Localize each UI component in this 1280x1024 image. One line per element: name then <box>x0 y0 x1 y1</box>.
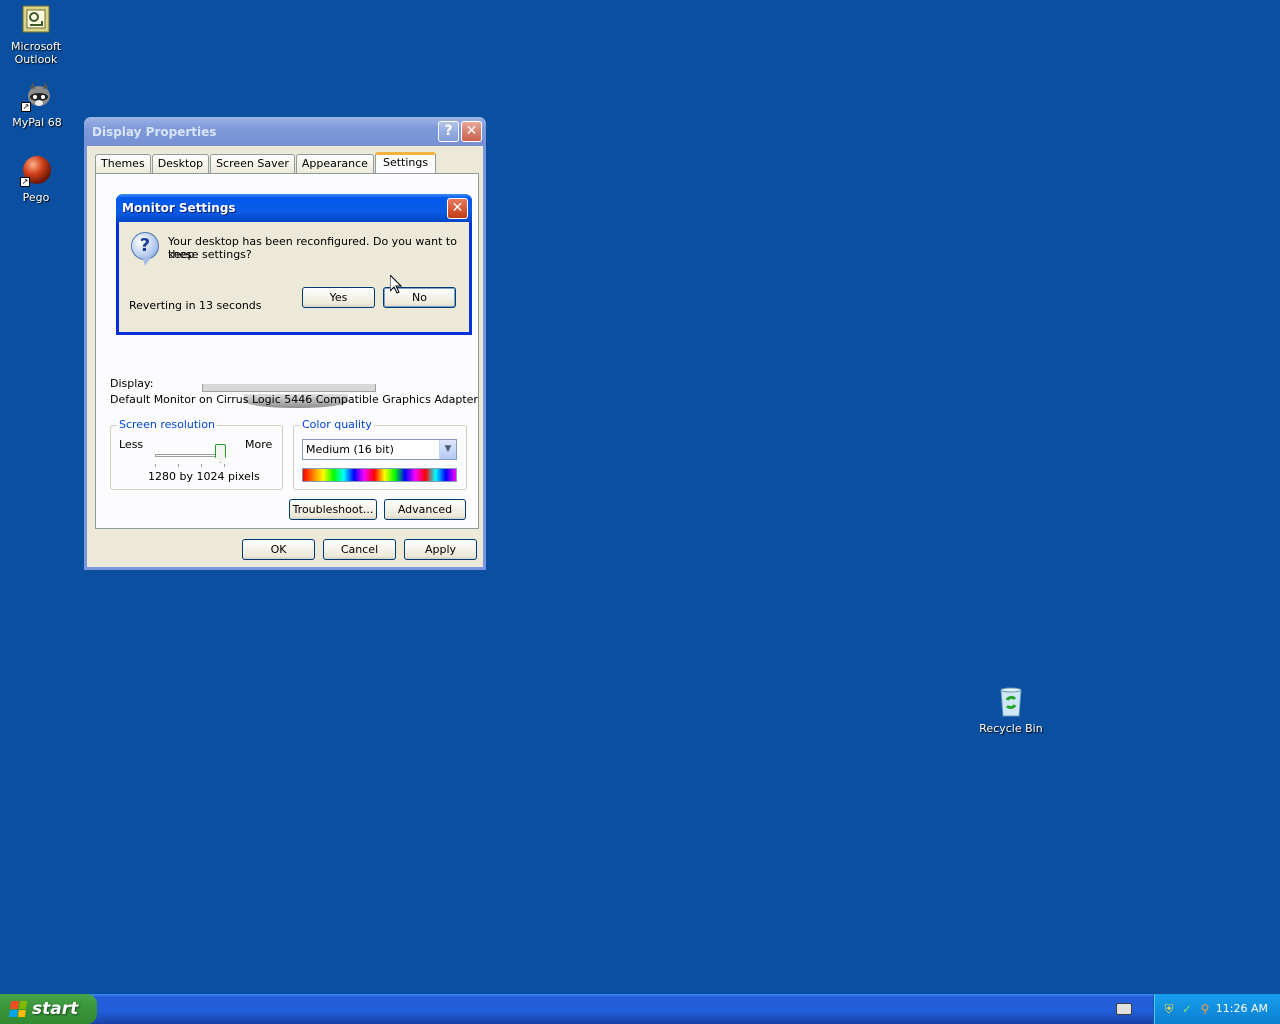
desktop-icon-label: Pego <box>22 191 50 204</box>
close-button[interactable]: ✕ <box>461 121 482 142</box>
clock[interactable]: 11:26 AM <box>1216 994 1268 1024</box>
monitor-settings-titlebar[interactable]: Monitor Settings ✕ <box>116 194 472 222</box>
advanced-button[interactable]: Advanced <box>384 499 466 520</box>
yes-button[interactable]: Yes <box>302 287 375 308</box>
keyboard-language-icon[interactable] <box>1116 1003 1132 1015</box>
slider-more-label: More <box>245 438 273 451</box>
ok-button[interactable]: OK <box>242 539 315 560</box>
mypal-raccoon-icon: ↗ <box>21 80 53 112</box>
dialog-title: Monitor Settings <box>122 201 236 215</box>
security-shield-icon[interactable]: ⛨ <box>1162 1002 1176 1016</box>
chevron-down-icon[interactable]: ▼ <box>439 440 456 459</box>
desktop-icon-label: Microsoft <box>10 40 62 53</box>
tab-themes[interactable]: Themes <box>95 154 151 174</box>
recycle-bin-icon <box>995 686 1027 718</box>
search-icon[interactable]: ⚲ <box>1198 1002 1212 1016</box>
display-properties-titlebar[interactable]: Display Properties ? ✕ <box>84 117 486 146</box>
display-label: Display: <box>110 377 154 390</box>
system-tray: ⛨ ✓ ⚲ 11:26 AM <box>1153 994 1280 1024</box>
color-quality-value: Medium (16 bit) <box>306 443 394 456</box>
apply-button[interactable]: Apply <box>404 539 477 560</box>
dialog-close-button[interactable]: ✕ <box>447 197 468 219</box>
mouse-cursor-icon <box>390 275 402 294</box>
desktop-icon-recycle-bin[interactable]: Recycle Bin <box>975 686 1047 735</box>
help-button[interactable]: ? <box>438 121 459 142</box>
resolution-slider-thumb[interactable] <box>215 444 226 463</box>
color-quality-legend: Color quality <box>300 418 374 431</box>
tab-settings[interactable]: Settings <box>374 152 437 174</box>
desktop-icon-pego[interactable]: ↗ Pego <box>0 155 72 204</box>
color-quality-group: Color quality Medium (16 bit) ▼ <box>293 418 467 490</box>
display-properties-window: Display Properties ? ✕ Themes Desktop Sc… <box>84 117 486 570</box>
desktop-icon-label: Outlook <box>14 53 58 66</box>
tab-strip: Themes Desktop Screen Saver Appearance S… <box>95 152 437 174</box>
desktop-icon-label: Recycle Bin <box>979 722 1043 735</box>
outlook-icon <box>20 4 52 36</box>
slider-less-label: Less <box>119 438 144 451</box>
revert-countdown: Reverting in 13 seconds <box>129 299 262 312</box>
screen-resolution-group: Screen resolution Less More 1280 by 1024… <box>110 418 283 490</box>
cancel-button[interactable]: Cancel <box>323 539 396 560</box>
question-icon-tail <box>143 258 151 266</box>
slider-ticks <box>155 464 225 467</box>
start-label: start <box>32 999 79 1019</box>
desktop-icon-label: MyPal 68 <box>12 116 62 129</box>
tab-appearance[interactable]: Appearance <box>295 154 374 174</box>
question-icon: ? <box>131 232 159 260</box>
screen-resolution-legend: Screen resolution <box>117 418 217 431</box>
desktop-icon-outlook[interactable]: Microsoft Outlook <box>0 4 72 66</box>
start-button[interactable]: start <box>0 994 97 1024</box>
shortcut-arrow-icon: ↗ <box>20 177 30 187</box>
monitor-settings-dialog: Monitor Settings ✕ ? Your desktop has be… <box>116 194 472 335</box>
taskbar: start ⛨ ✓ ⚲ 11:26 AM <box>0 994 1280 1024</box>
pego-ball-icon: ↗ <box>20 155 52 187</box>
shortcut-arrow-icon: ↗ <box>21 102 31 112</box>
color-quality-select[interactable]: Medium (16 bit) ▼ <box>302 439 457 460</box>
tab-screen-saver[interactable]: Screen Saver <box>210 154 295 174</box>
dialog-message-line2: these settings? <box>168 248 252 261</box>
display-value: Default Monitor on Cirrus Logic 5446 Com… <box>110 393 478 406</box>
monitor-preview-frame <box>202 384 376 392</box>
network-icon[interactable]: ✓ <box>1180 1002 1194 1016</box>
troubleshoot-button[interactable]: Troubleshoot... <box>289 499 377 520</box>
tab-desktop[interactable]: Desktop <box>151 154 210 174</box>
windows-logo-icon <box>8 1001 28 1017</box>
color-spectrum-preview <box>302 468 457 482</box>
resolution-slider-track[interactable] <box>155 454 225 457</box>
resolution-value: 1280 by 1024 pixels <box>148 470 260 483</box>
window-title: Display Properties <box>92 124 217 139</box>
desktop-icon-mypal[interactable]: ↗ MyPal 68 <box>1 80 73 129</box>
